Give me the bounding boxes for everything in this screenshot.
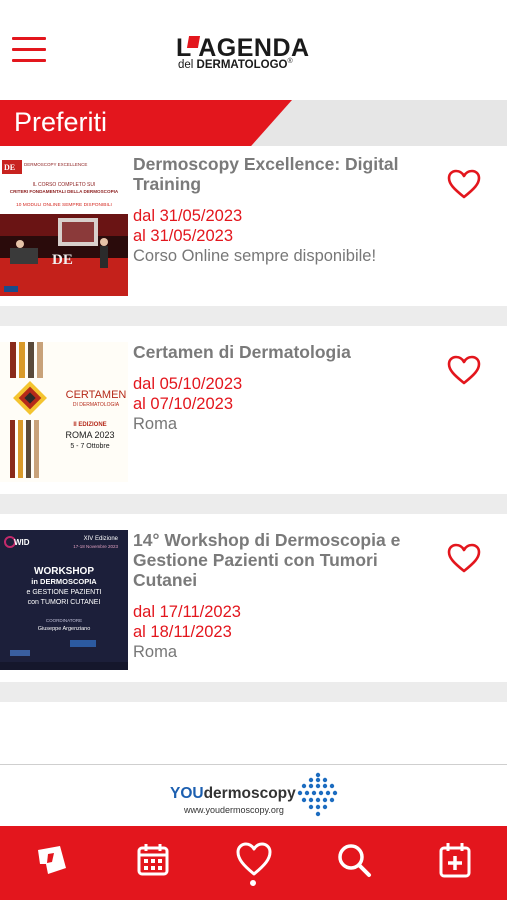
sponsor-name: YOUdermoscopy <box>170 785 296 803</box>
event-title[interactable]: Dermoscopy Excellence: Digital Training <box>133 154 423 194</box>
event-place: Corso Online sempre disponibile! <box>133 247 377 265</box>
event-place: Roma <box>133 643 178 661</box>
app-logo: L'AGENDA del DERMATOLOGO® <box>176 34 326 74</box>
section-header: Preferiti <box>0 100 507 146</box>
certamen-poster-image: CERTAMEN DI DERMATOLOGIA II EDIZIONE ROM… <box>0 342 128 482</box>
logo-subtitle-strong: DERMATOLOGO <box>196 58 288 71</box>
event-title[interactable]: 14° Workshop di Dermoscopia e Gestione P… <box>133 530 423 590</box>
event-date-from: dal 31/05/2023 <box>133 207 243 225</box>
event-date-to: al 18/11/2023 <box>133 623 232 641</box>
sponsor-name-prefix: YOU <box>170 785 204 802</box>
thumb2-name1: CERTAMEN <box>66 389 127 401</box>
card-separator <box>0 306 507 326</box>
thumb3-word: WORKSHOP <box>34 566 94 577</box>
active-tab-indicator <box>250 880 256 886</box>
thumb2-name2: DI DERMATOLOGIA <box>73 402 120 408</box>
bottom-tab-bar <box>0 826 507 900</box>
favorite-heart-icon[interactable] <box>446 542 482 574</box>
sponsor-url: www.youdermoscopy.org <box>184 805 284 815</box>
event-title[interactable]: Certamen di Dermatologia <box>133 342 423 362</box>
thumb1-line3: 10 MODULI ONLINE SEMPRE DISPONIBILI <box>16 202 112 208</box>
thumb1-mark: DE <box>4 163 15 172</box>
youdermoscopy-logo[interactable]: YOUdermoscopy www.youdermoscopy.org <box>168 771 340 823</box>
logo-apostrophe-mark <box>186 36 201 48</box>
favorite-heart-icon[interactable] <box>446 168 482 200</box>
thumb2-city: ROMA 2023 <box>65 430 114 440</box>
event-thumbnail-1: DE DERMOSCOPY EXCELLENCE IL CORSO COMPLE… <box>0 156 128 296</box>
event-date-from: dal 05/10/2023 <box>133 375 243 393</box>
agenda-logo-icon[interactable] <box>32 840 72 880</box>
logo-subtitle: del DERMATOLOGO® <box>178 58 293 71</box>
thumb3-line2: e GESTIONE PAZIENTI <box>27 589 102 596</box>
dots-sphere-icon <box>297 772 338 817</box>
event-date-to: al 07/10/2023 <box>133 395 234 413</box>
event-card-1[interactable]: DE DERMOSCOPY EXCELLENCE IL CORSO COMPLE… <box>0 150 507 306</box>
hamburger-menu-icon[interactable] <box>12 34 48 64</box>
wid-workshop-poster-image: WID XIV Edizione 17-18 Novembre 2023 WOR… <box>0 530 128 670</box>
thumb2-dates: 5 - 7 Ottobre <box>70 443 109 450</box>
app-header: L'AGENDA del DERMATOLOGO® <box>0 0 507 98</box>
search-icon[interactable] <box>334 840 374 880</box>
sponsor-name-suffix: dermoscopy <box>203 785 296 802</box>
thumb1-stage-mark: DE <box>52 252 73 268</box>
event-card-3[interactable]: WID XIV Edizione 17-18 Novembre 2023 WOR… <box>0 514 507 682</box>
thumb3-dates: 17-18 Novembre 2023 <box>73 544 118 549</box>
event-thumbnail-3: WID XIV Edizione 17-18 Novembre 2023 WOR… <box>0 530 128 670</box>
logo-subtitle-prefix: del <box>178 58 197 71</box>
dermoscopy-excellence-poster-image: DE DERMOSCOPY EXCELLENCE IL CORSO COMPLE… <box>0 156 128 296</box>
thumb3-line3: con TUMORI CUTANEI <box>28 599 101 606</box>
thumb3-edition: XIV Edizione <box>84 536 119 542</box>
thumb3-coord-label: COORDINATORE <box>46 618 82 623</box>
card-separator <box>0 494 507 514</box>
card-separator <box>0 682 507 702</box>
event-date-to: al 31/05/2023 <box>133 227 234 245</box>
sponsor-banner[interactable]: YOUdermoscopy www.youdermoscopy.org <box>0 764 507 826</box>
thumb1-brand: DERMOSCOPY EXCELLENCE <box>24 162 87 167</box>
event-place: Roma <box>133 415 178 433</box>
thumb3-logo: WID <box>14 538 30 547</box>
event-thumbnail-2: CERTAMEN DI DERMATOLOGIA II EDIZIONE ROM… <box>0 342 128 482</box>
thumb1-line2: CRITERI FONDAMENTALI DELLA DERMOSCOPIA <box>10 189 119 194</box>
thumb2-edition: II EDIZIONE <box>73 422 106 428</box>
thumb1-line1: IL CORSO COMPLETO SUI <box>33 182 96 188</box>
logo-registered-mark: ® <box>287 58 293 65</box>
thumb3-line1: in DERMOSCOPIA <box>31 577 97 586</box>
calendar-icon[interactable] <box>133 840 173 880</box>
event-date-from: dal 17/11/2023 <box>133 603 241 621</box>
event-card-2[interactable]: CERTAMEN DI DERMATOLOGIA II EDIZIONE ROM… <box>0 326 507 494</box>
heart-icon[interactable] <box>234 840 274 880</box>
thumb3-coord-name: Giuseppe Argenziano <box>38 626 91 632</box>
favorite-heart-icon[interactable] <box>446 354 482 386</box>
calendar-add-icon[interactable] <box>435 840 475 880</box>
section-title: Preferiti <box>14 107 108 137</box>
